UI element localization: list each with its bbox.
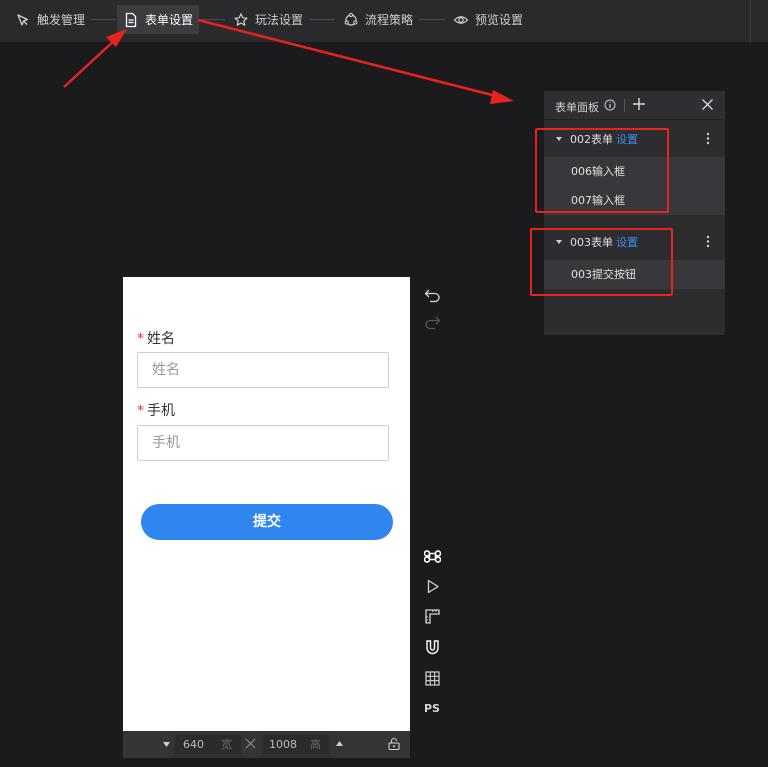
unlock-icon[interactable] bbox=[388, 737, 400, 750]
name-field-label: * 姓名 bbox=[137, 328, 175, 348]
canvas-size-bar: 640 宽 1008 高 bbox=[123, 731, 410, 758]
close-icon[interactable] bbox=[701, 98, 714, 111]
step-label: 触发管理 bbox=[37, 13, 86, 27]
step-label: 预览设置 bbox=[475, 13, 524, 27]
step-connector bbox=[309, 19, 335, 20]
canvas-width-value: 640 bbox=[183, 738, 204, 751]
caret-down-icon[interactable] bbox=[163, 742, 170, 747]
flow-icon bbox=[344, 12, 358, 26]
step-connector bbox=[199, 19, 225, 20]
ruler-icon[interactable] bbox=[424, 608, 441, 625]
eye-icon bbox=[453, 15, 469, 24]
top-step-bar: 触发管理 表单设置 玩法设置 流程策略 预览设置 bbox=[0, 0, 768, 43]
annotation-highlight-box bbox=[535, 128, 669, 213]
more-vertical-icon[interactable] bbox=[706, 132, 710, 145]
field-label-text: 手机 bbox=[147, 403, 175, 419]
phone-input[interactable]: 手机 bbox=[137, 425, 389, 461]
cursor-click-icon bbox=[17, 13, 29, 26]
step-trigger-management[interactable]: 触发管理 bbox=[9, 5, 91, 34]
canvas-height-value: 1008 bbox=[269, 738, 297, 751]
photoshop-import-button[interactable]: PS bbox=[424, 702, 440, 715]
step-label: 玩法设置 bbox=[255, 13, 304, 27]
name-input[interactable]: 姓名 bbox=[137, 352, 389, 388]
form-panel-title: 表单面板 bbox=[555, 101, 599, 114]
more-vertical-icon[interactable] bbox=[706, 235, 710, 248]
step-connector bbox=[90, 19, 116, 20]
plus-icon[interactable] bbox=[632, 97, 646, 111]
required-mark: * bbox=[137, 403, 144, 419]
height-unit-label: 高 bbox=[310, 738, 321, 751]
step-form-settings[interactable]: 表单设置 bbox=[117, 5, 200, 34]
play-icon[interactable] bbox=[424, 578, 441, 595]
document-icon bbox=[125, 12, 137, 27]
star-icon bbox=[234, 12, 248, 26]
step-label: 流程策略 bbox=[365, 13, 414, 27]
step-preview-settings[interactable]: 预览设置 bbox=[447, 5, 529, 34]
phone-field-label: * 手机 bbox=[137, 400, 175, 420]
required-mark: * bbox=[137, 331, 144, 347]
caret-up-icon[interactable] bbox=[336, 741, 343, 746]
undo-icon[interactable] bbox=[424, 287, 441, 304]
phone-canvas: * 姓名 姓名 * 手机 手机 提交 bbox=[123, 277, 410, 731]
step-connector bbox=[419, 19, 445, 20]
field-label-text: 姓名 bbox=[147, 331, 175, 347]
width-unit-label: 宽 bbox=[221, 738, 232, 751]
magnet-icon[interactable] bbox=[424, 639, 441, 656]
info-icon[interactable] bbox=[604, 99, 616, 111]
redo-icon[interactable] bbox=[424, 314, 441, 331]
submit-button[interactable]: 提交 bbox=[141, 504, 393, 540]
annotation-arrowhead bbox=[490, 90, 514, 104]
header-separator bbox=[624, 99, 625, 112]
topbar-divider bbox=[750, 0, 751, 43]
multiply-icon bbox=[245, 738, 256, 749]
form-panel-header: 表单面板 bbox=[544, 91, 725, 120]
annotation-arrow-line bbox=[63, 37, 118, 88]
step-label: 表单设置 bbox=[145, 13, 194, 27]
annotation-highlight-box bbox=[530, 228, 673, 296]
step-process-strategy[interactable]: 流程策略 bbox=[337, 5, 419, 34]
grid-icon[interactable] bbox=[424, 670, 441, 687]
command-icon[interactable] bbox=[424, 548, 441, 565]
step-gameplay-settings[interactable]: 玩法设置 bbox=[227, 5, 309, 34]
